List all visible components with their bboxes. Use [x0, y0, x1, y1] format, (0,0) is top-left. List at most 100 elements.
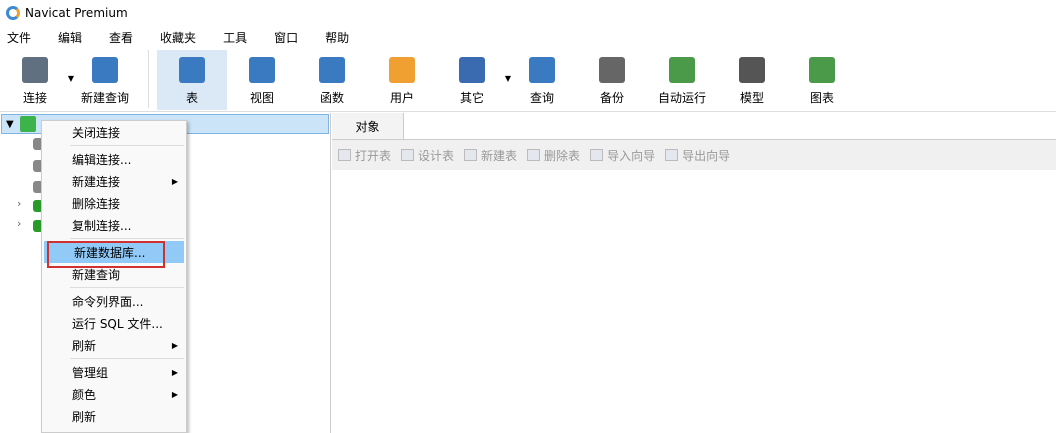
menu-item-label: 管理组 [72, 365, 109, 380]
main-toolbar: 连接 ▼ 新建查询 表 视图 函数 用户 其它 ▼ 查询 备份 自动运行 模型 图表 [0, 48, 1056, 112]
chevron-right-icon[interactable]: › [17, 217, 21, 230]
menu-separator [70, 287, 184, 288]
context-menu-item[interactable]: 删除连接 [42, 192, 186, 214]
table-icon [179, 57, 205, 83]
submenu-arrow-icon: ▶ [171, 389, 178, 399]
object-toolbar: 打开表 设计表 新建表 删除表 导入向导 导出向导 [332, 140, 1056, 170]
submenu-arrow-icon: ▶ [171, 176, 178, 186]
toolbar-tools-button[interactable]: 其它 ▼ [437, 50, 511, 110]
context-menu-item[interactable]: 刷新 ▶ [42, 334, 186, 356]
model-icon [739, 57, 765, 83]
backup-icon [599, 57, 625, 83]
object-action-label: 新建表 [481, 148, 518, 163]
toolbar-new-query-button[interactable]: 新建查询 [70, 50, 140, 110]
window-title: Navicat Premium [25, 6, 128, 20]
context-menu-item[interactable]: 命令列界面... [42, 290, 186, 312]
menu-separator [70, 358, 184, 359]
object-action-0[interactable]: 打开表 [338, 147, 391, 164]
menu-separator [70, 145, 184, 146]
object-action-label: 删除表 [544, 148, 581, 163]
context-menu-item[interactable]: 管理组 ▶ [42, 361, 186, 383]
menu-item-label: 刷新 [72, 338, 97, 353]
submenu-arrow-icon: ▶ [171, 367, 178, 377]
table-action-icon [590, 149, 604, 161]
object-action-5[interactable]: 导出向导 [665, 147, 730, 164]
menu-3[interactable]: 收藏夹 [153, 29, 206, 46]
chevron-right-icon[interactable]: › [17, 197, 21, 210]
function-icon [319, 57, 345, 83]
menu-bar: 文件 编辑 查看 收藏夹 工具 窗口 帮助 [0, 26, 1056, 48]
toolbar-model-button[interactable]: 模型 [717, 50, 787, 110]
table-action-icon [464, 149, 478, 161]
menu-item-label: 新建查询 [72, 267, 121, 282]
toolbar-label: 连接 [22, 91, 47, 105]
view-icon [249, 57, 275, 83]
user-icon [389, 57, 415, 83]
toolbar-user-button[interactable]: 用户 [367, 50, 437, 110]
toolbar-table-button[interactable]: 表 [157, 50, 227, 110]
object-action-label: 导入向导 [607, 148, 656, 163]
toolbar-label: 查询 [529, 91, 554, 105]
context-menu-item[interactable]: 编辑连接... [42, 148, 186, 170]
context-menu-item[interactable]: 颜色 ▶ [42, 383, 186, 405]
toolbar-label: 表 [185, 91, 198, 105]
menu-item-label: 编辑连接... [72, 152, 132, 167]
context-menu-item[interactable]: 复制连接... [42, 214, 186, 236]
query-icon [529, 57, 555, 83]
menu-item-label: 刷新 [72, 409, 97, 424]
menu-item-label: 运行 SQL 文件... [72, 316, 163, 331]
toolbar-query-button[interactable]: 查询 [507, 50, 577, 110]
menu-1[interactable]: 编辑 [51, 29, 92, 46]
menu-item-label: 命令列界面... [72, 294, 144, 309]
object-action-label: 设计表 [418, 148, 455, 163]
navicat-logo-icon [6, 6, 20, 20]
title-bar: Navicat Premium [0, 0, 1056, 26]
table-action-icon [665, 149, 679, 161]
menu-4[interactable]: 工具 [216, 29, 257, 46]
toolbar-label: 视图 [249, 91, 274, 105]
object-action-label: 打开表 [355, 148, 392, 163]
toolbar-separator [148, 50, 149, 108]
toolbar-plug-button[interactable]: 连接 ▼ [0, 50, 74, 110]
highlight-annotation-box [47, 241, 165, 268]
table-action-icon [527, 149, 541, 161]
context-menu-item[interactable]: 关闭连接 [42, 121, 186, 143]
toolbar-label: 自动运行 [657, 91, 706, 105]
toolbar-backup-button[interactable]: 备份 [577, 50, 647, 110]
object-action-1[interactable]: 设计表 [401, 147, 454, 164]
context-menu-item[interactable]: 运行 SQL 文件... [42, 312, 186, 334]
menu-0[interactable]: 文件 [0, 29, 41, 46]
context-menu-item[interactable]: 新建连接 ▶ [42, 170, 186, 192]
toolbar-view-button[interactable]: 视图 [227, 50, 297, 110]
chart-icon [809, 57, 835, 83]
object-action-label: 导出向导 [682, 148, 731, 163]
toolbar-schedule-button[interactable]: 自动运行 [647, 50, 717, 110]
object-action-2[interactable]: 新建表 [464, 147, 517, 164]
menu-item-label: 新建连接 [72, 174, 121, 189]
menu-item-label: 关闭连接 [72, 125, 121, 140]
toolbar-chart-button[interactable]: 图表 [787, 50, 857, 110]
object-panel: 对象 打开表 设计表 新建表 删除表 导入向导 导出向导 [332, 113, 1056, 433]
object-action-4[interactable]: 导入向导 [590, 147, 655, 164]
tab-objects[interactable]: 对象 [332, 113, 404, 139]
chevron-down-icon[interactable]: ▼ [6, 119, 14, 130]
toolbar-label: 模型 [739, 91, 764, 105]
schedule-icon [669, 57, 695, 83]
menu-2[interactable]: 查看 [102, 29, 143, 46]
object-action-3[interactable]: 删除表 [527, 147, 580, 164]
toolbar-label: 其它 [459, 91, 484, 105]
toolbar-label: 函数 [319, 91, 344, 105]
submenu-arrow-icon: ▶ [171, 340, 178, 350]
plug-icon [22, 57, 48, 83]
menu-5[interactable]: 窗口 [267, 29, 308, 46]
menu-item-label: 复制连接... [72, 218, 132, 233]
mysql-connection-icon [19, 116, 36, 132]
new-query-icon [92, 57, 118, 83]
context-menu: 关闭连接 编辑连接... 新建连接 ▶ 删除连接 复制连接... 新建数据库... 新建查询命… [41, 120, 187, 433]
menu-separator [70, 238, 184, 239]
toolbar-label: 图表 [809, 91, 834, 105]
menu-6[interactable]: 帮助 [318, 29, 359, 46]
toolbar-function-button[interactable]: 函数 [297, 50, 367, 110]
context-menu-item[interactable]: 刷新 [42, 405, 186, 427]
toolbar-label: 备份 [599, 91, 624, 105]
